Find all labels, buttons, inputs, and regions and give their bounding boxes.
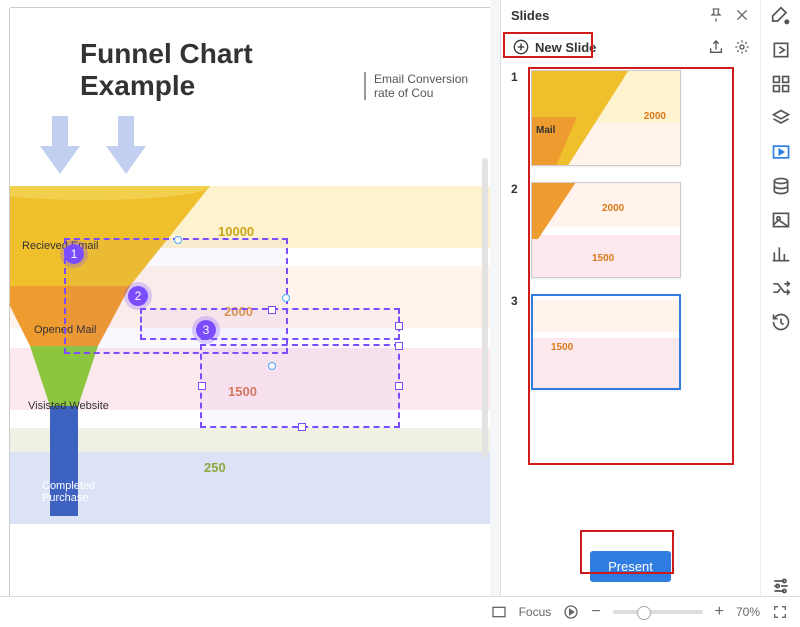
slide-number: 2 [511,182,523,278]
close-icon[interactable] [734,7,750,23]
annotation-box [528,67,734,465]
down-arrow-icon[interactable] [106,116,146,174]
zoom-out-button[interactable]: − [591,603,600,621]
zoom-in-button[interactable]: + [715,603,724,621]
history-icon[interactable] [771,312,791,332]
settings-sliders-icon[interactable] [771,576,791,596]
export-icon[interactable] [771,40,791,60]
marker-2[interactable]: 2 [128,286,148,306]
canvas-scrollbar[interactable] [482,158,488,458]
selection-box-2[interactable] [140,308,400,340]
selection-box-3[interactable] [200,344,400,428]
play-icon[interactable] [563,604,579,620]
database-icon[interactable] [771,176,791,196]
zoom-slider[interactable] [613,610,703,614]
slides-icon[interactable] [771,142,791,162]
layers-icon[interactable] [771,108,791,128]
gear-icon[interactable] [734,39,750,55]
seg-label-3: Visisted Website [28,400,109,412]
status-bar: Focus − + 70% [0,596,800,627]
right-rail [760,0,800,596]
slide-number: 3 [511,294,523,390]
canvas[interactable]: Funnel Chart Example Email Conversion ra… [10,8,490,596]
shuffle-icon[interactable] [771,278,791,298]
annotation-box [580,530,674,574]
grid-icon[interactable] [771,74,791,94]
zoom-level[interactable]: 70% [736,605,760,619]
paint-icon[interactable] [771,6,791,26]
fullscreen-icon[interactable] [772,604,788,620]
image-icon[interactable] [771,210,791,230]
chart-title[interactable]: Funnel Chart Example [80,38,253,102]
marker-1[interactable]: 1 [64,244,84,264]
slide-number: 1 [511,70,523,166]
ruler-top[interactable] [10,0,490,8]
share-icon[interactable] [708,39,724,55]
annotation-box [503,32,593,58]
focus-label[interactable]: Focus [519,605,552,619]
chart-subtitle[interactable]: Email Conversion rate of Cou [364,72,490,100]
down-arrow-icon[interactable] [40,116,80,174]
chart-title-line2: Example [80,70,195,101]
focus-mode-icon[interactable] [491,604,507,620]
ruler-left[interactable] [0,8,10,596]
canvas-area: Funnel Chart Example Email Conversion ra… [0,0,490,596]
funnel-shape[interactable] [10,186,230,526]
seg-label-4: Completed Purchase [42,480,102,504]
slides-panel-title: Slides [511,8,549,23]
chart-icon[interactable] [771,244,791,264]
slides-panel-header: Slides [501,0,760,30]
pin-icon[interactable] [708,7,724,23]
marker-3[interactable]: 3 [196,320,216,340]
chart-title-line1: Funnel Chart [80,38,253,69]
